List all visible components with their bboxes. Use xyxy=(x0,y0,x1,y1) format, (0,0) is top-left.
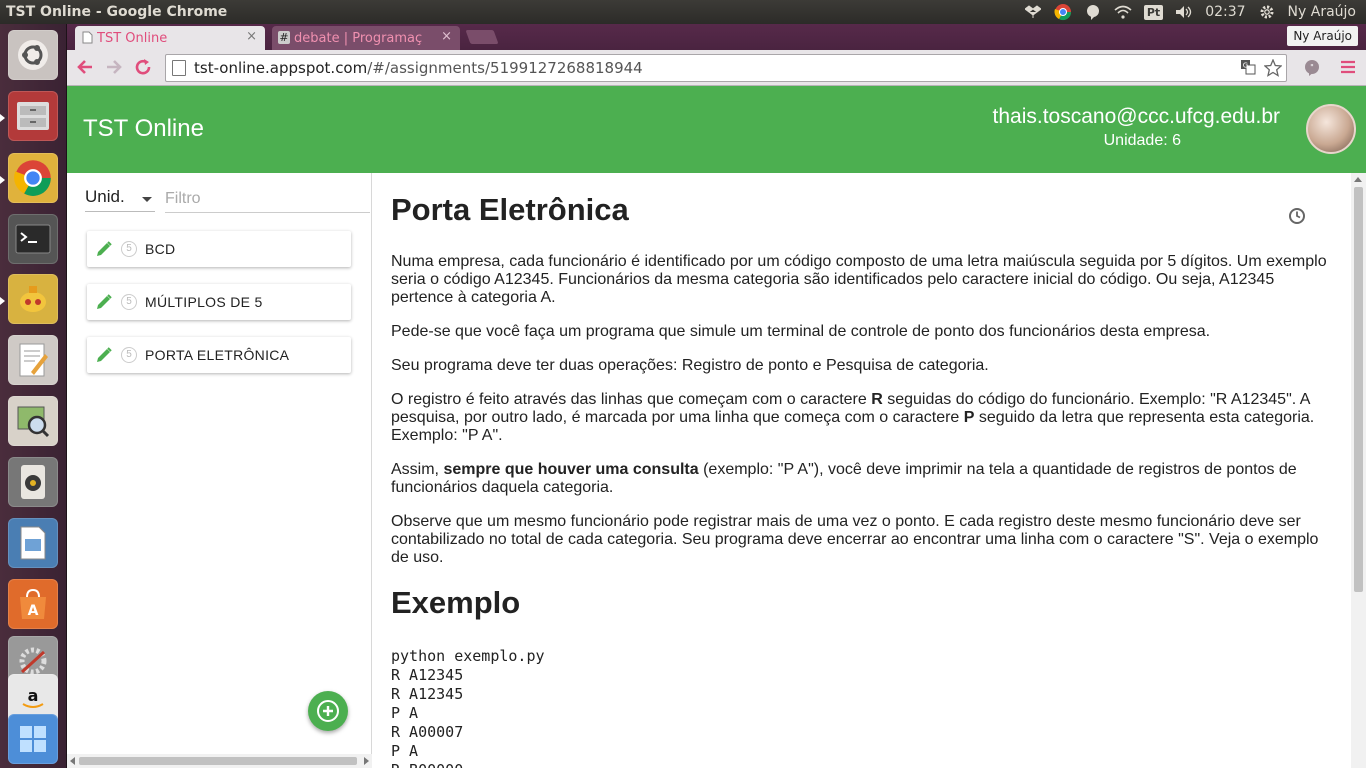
assignment-label: MÚLTIPLOS DE 5 xyxy=(145,294,263,310)
page-icon xyxy=(172,60,186,76)
music-player-icon[interactable] xyxy=(8,457,58,507)
tab-tst-online[interactable]: TST Online × xyxy=(75,26,265,50)
close-icon[interactable]: × xyxy=(441,29,452,44)
bookmark-star-icon[interactable] xyxy=(1263,58,1283,81)
wifi-icon[interactable] xyxy=(1114,3,1132,21)
app-title[interactable]: TST Online xyxy=(83,115,204,143)
scroll-up-arrow[interactable] xyxy=(1354,177,1362,182)
paragraph: Observe que um mesmo funcionário pode re… xyxy=(391,513,1319,566)
select-underline xyxy=(85,211,155,212)
chevron-down-icon xyxy=(142,197,152,202)
tab-debate[interactable]: # debate | Programaç × xyxy=(272,26,460,50)
paragraph: Numa empresa, cada funcionário é identif… xyxy=(391,253,1327,306)
clock[interactable]: 02:37 xyxy=(1205,4,1245,20)
add-assignment-button[interactable] xyxy=(308,691,348,731)
running-indicator xyxy=(0,297,5,305)
filter-input[interactable] xyxy=(165,185,370,213)
scroll-right-arrow[interactable] xyxy=(364,757,369,765)
svg-text:G: G xyxy=(1243,62,1248,70)
ubuntu-dash-icon[interactable] xyxy=(8,30,58,80)
pencil-icon[interactable] xyxy=(95,346,113,364)
tab-title: debate | Programaç xyxy=(294,30,423,46)
user-email: thais.toscano@ccc.ufcg.edu.br xyxy=(992,105,1280,128)
paragraph: Seu programa deve ter duas operações: Re… xyxy=(391,357,989,374)
browser-toolbar: tst-online.appspot.com/#/assignments/519… xyxy=(67,50,1366,86)
running-indicator xyxy=(0,176,5,184)
close-icon[interactable]: × xyxy=(246,29,257,44)
menu-icon[interactable] xyxy=(1340,59,1356,79)
chrome-tray-icon[interactable] xyxy=(1054,3,1072,21)
paragraph: Pede-se que você faça um programa que si… xyxy=(391,323,1211,340)
sidebar-horizontal-scrollbar[interactable] xyxy=(67,754,372,768)
files-icon[interactable] xyxy=(8,91,58,141)
gear-icon[interactable] xyxy=(1258,3,1276,21)
forward-button[interactable] xyxy=(104,58,124,78)
paragraph: O registro é feito através das linhas qu… xyxy=(391,391,1315,444)
tab-strip: TST Online × # debate | Programaç × Ny A… xyxy=(67,24,1366,50)
user-unit: Unidade: 6 xyxy=(1103,132,1181,149)
url-text[interactable]: tst-online.appspot.com/#/assignments/519… xyxy=(194,59,643,77)
assignment-label: PORTA ELETRÔNICA xyxy=(145,347,290,363)
system-tray: Pt 02:37 Ny Araújo xyxy=(1024,3,1366,21)
app-header: TST Online thais.toscano@ccc.ufcg.edu.br… xyxy=(67,86,1366,173)
dropbox-icon[interactable] xyxy=(1024,3,1042,21)
games-icon[interactable] xyxy=(8,274,58,324)
scroll-left-arrow[interactable] xyxy=(70,757,75,765)
history-icon[interactable] xyxy=(1288,207,1306,230)
pencil-icon[interactable] xyxy=(95,240,113,258)
reload-button[interactable] xyxy=(133,58,153,78)
svg-text:a: a xyxy=(28,686,39,705)
paragraph: Assim, sempre que houver uma consulta (e… xyxy=(391,461,1297,496)
svg-text:": " xyxy=(1310,63,1314,72)
software-center-icon[interactable]: A xyxy=(8,579,58,629)
workspace-switcher-icon[interactable] xyxy=(8,714,58,764)
assignment-card[interactable]: 5 PORTA ELETRÔNICA xyxy=(87,337,351,373)
pencil-icon[interactable] xyxy=(95,293,113,311)
svg-text:A: A xyxy=(28,603,39,619)
session-user[interactable]: Ny Araújo xyxy=(1288,4,1356,20)
browser-window: TST Online × # debate | Programaç × Ny A… xyxy=(67,24,1366,768)
assignment-title: Porta Eletrônica xyxy=(391,192,629,227)
assignments-sidebar: Unid. 5 BCD 5 MÚLTIPLOS DE 5 5 PORTA ELE… xyxy=(67,173,372,768)
unit-badge: 5 xyxy=(121,241,137,257)
volume-icon[interactable] xyxy=(1175,3,1193,21)
unit-badge: 5 xyxy=(121,294,137,310)
address-bar[interactable]: tst-online.appspot.com/#/assignments/519… xyxy=(165,54,1287,82)
assignment-card[interactable]: 5 MÚLTIPLOS DE 5 xyxy=(87,284,351,320)
assignment-card[interactable]: 5 BCD xyxy=(87,231,351,267)
page-icon xyxy=(81,31,93,44)
launcher: A a xyxy=(0,24,67,768)
window-title: TST Online - Google Chrome xyxy=(6,4,228,20)
plus-icon xyxy=(317,700,339,722)
chat-icon[interactable] xyxy=(1084,3,1102,21)
avatar[interactable] xyxy=(1306,104,1356,154)
chrome-launcher-icon[interactable] xyxy=(8,153,58,203)
content-vertical-scrollbar[interactable] xyxy=(1351,173,1366,768)
assignment-label: BCD xyxy=(145,241,176,257)
terminal-icon[interactable] xyxy=(8,214,58,264)
back-button[interactable] xyxy=(75,58,95,78)
unit-badge: 5 xyxy=(121,347,137,363)
new-tab-button[interactable] xyxy=(465,30,499,44)
example-heading: Exemplo xyxy=(391,585,521,620)
system-top-panel: TST Online - Google Chrome Pt 02:37 Ny A… xyxy=(0,0,1366,24)
example-code-block: python exemplo.py R A12345 R A12345 P A … xyxy=(391,647,545,768)
scroll-thumb[interactable] xyxy=(79,757,357,765)
unit-select[interactable]: Unid. xyxy=(85,187,155,211)
keyboard-layout-indicator[interactable]: Pt xyxy=(1143,4,1164,20)
running-indicator xyxy=(0,114,5,122)
scroll-thumb[interactable] xyxy=(1354,187,1363,592)
tab-title: TST Online xyxy=(97,30,168,46)
image-viewer-icon[interactable] xyxy=(8,396,58,446)
translate-icon[interactable]: G xyxy=(1240,59,1256,81)
extension-chat-icon[interactable]: " xyxy=(1303,59,1321,81)
assignment-content: Porta Eletrônica Numa empresa, cada func… xyxy=(373,173,1351,768)
text-editor-icon[interactable] xyxy=(8,335,58,385)
unit-select-value: Unid. xyxy=(85,187,125,206)
hash-icon: # xyxy=(278,31,290,44)
profile-button[interactable]: Ny Araújo xyxy=(1287,26,1358,46)
document-viewer-icon[interactable] xyxy=(8,518,58,568)
